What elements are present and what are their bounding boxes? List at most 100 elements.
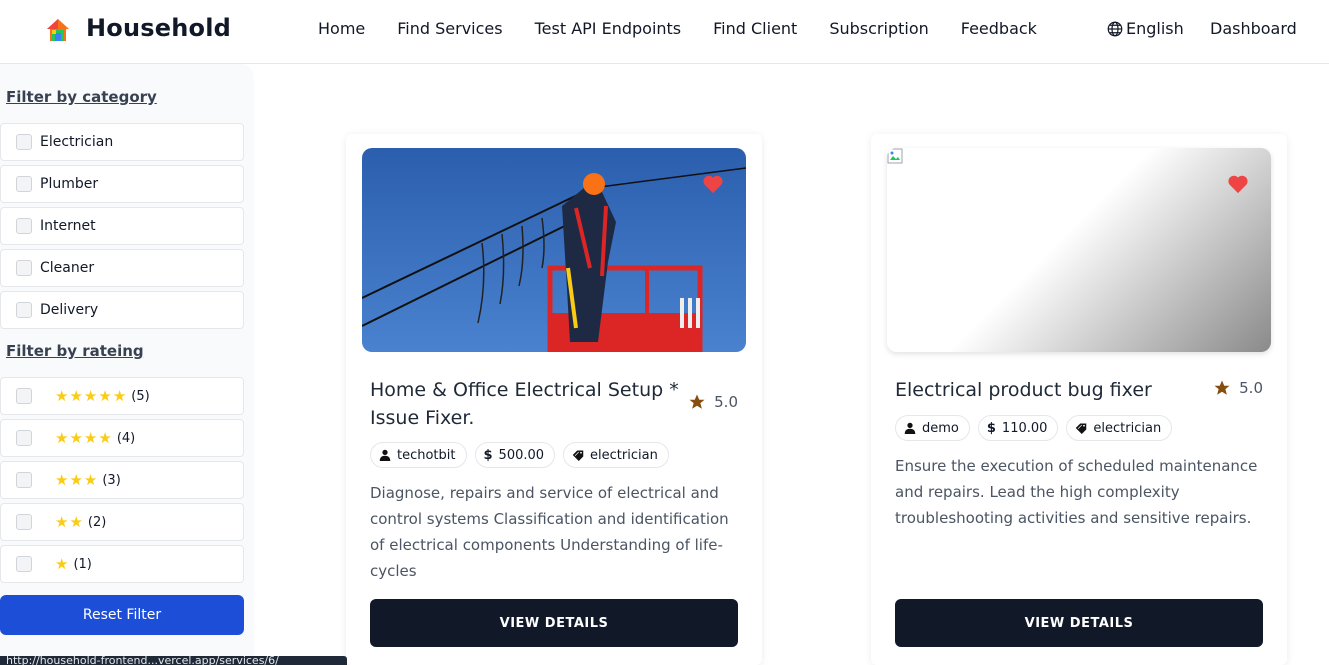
rating-option-5[interactable]: ★ ★ ★ ★ ★ (5)	[0, 377, 244, 415]
star-rating: ★ ★ ★ ★ ★	[55, 386, 127, 405]
star-icon: ★	[69, 470, 83, 489]
rating-count-label: (1)	[73, 556, 92, 572]
provider-tag[interactable]: demo	[895, 415, 970, 441]
star-icon: ★	[69, 428, 83, 447]
nav-find-services[interactable]: Find Services	[397, 19, 502, 38]
star-icon: ★	[83, 386, 98, 405]
nav-feedback[interactable]: Feedback	[961, 19, 1037, 38]
category-tag[interactable]: electrician	[563, 442, 669, 468]
category-label: Plumber	[40, 176, 99, 192]
dollar-icon: $	[986, 420, 996, 436]
top-navbar: Household Home Find Services Test API En…	[0, 0, 1329, 64]
link-status-bar: http://household-frontend...vercel.app/s…	[0, 656, 347, 665]
star-icon: ★	[98, 386, 112, 405]
star-icon: ★	[112, 386, 127, 405]
rating-option-4[interactable]: ★ ★ ★ ★ (4)	[0, 419, 244, 457]
category-option-cleaner[interactable]: Cleaner	[0, 249, 244, 287]
category-name: electrician	[590, 447, 658, 463]
category-label: Electrician	[40, 134, 114, 150]
checkbox[interactable]	[16, 388, 32, 404]
price-tag: $ 110.00	[977, 415, 1059, 441]
service-tags: techotbit $ 500.00 electrician	[370, 442, 669, 468]
star-icon: ★	[55, 554, 69, 573]
checkbox[interactable]	[16, 176, 32, 192]
service-image[interactable]	[362, 148, 746, 352]
service-title[interactable]: Electrical product bug fixer	[895, 376, 1205, 404]
star-rating: ★	[55, 554, 69, 573]
dollar-icon: $	[483, 447, 493, 463]
provider-name: techotbit	[397, 447, 456, 463]
rating-count-label: (2)	[87, 514, 107, 530]
rating-option-3[interactable]: ★ ★ ★ (3)	[0, 461, 244, 499]
user-icon	[904, 422, 916, 434]
category-option-plumber[interactable]: Plumber	[0, 165, 244, 203]
rating-option-1[interactable]: ★ (1)	[0, 545, 244, 583]
category-option-internet[interactable]: Internet	[0, 207, 244, 245]
rating-count-label: (5)	[131, 388, 150, 404]
category-filter-heading: Filter by category	[6, 88, 157, 106]
nav-subscription[interactable]: Subscription	[829, 19, 928, 38]
category-label: Cleaner	[40, 260, 95, 276]
language-selector[interactable]: English	[1106, 19, 1184, 38]
filter-sidebar: Filter by category Electrician Plumber I…	[0, 64, 254, 665]
star-icon: ★	[55, 386, 69, 405]
favorite-heart-icon[interactable]	[702, 174, 724, 194]
nav-home[interactable]: Home	[318, 19, 365, 38]
star-icon: ★	[98, 428, 112, 447]
star-icon: ★	[69, 512, 83, 531]
star-rating: ★ ★	[55, 512, 84, 531]
service-description: Ensure the execution of scheduled mainte…	[895, 457, 1258, 527]
price-tag: $ 500.00	[474, 442, 556, 468]
language-label: English	[1126, 19, 1184, 38]
tag-icon	[572, 450, 584, 461]
star-icon: ★	[55, 512, 69, 531]
provider-name: demo	[922, 420, 959, 436]
electrician-photo	[362, 148, 746, 352]
service-card: Electrical product bug fixer 5.0 demo $ …	[871, 134, 1287, 665]
checkbox[interactable]	[16, 472, 32, 488]
star-icon: ★	[83, 428, 98, 447]
star-rating: ★ ★ ★	[55, 470, 98, 489]
main-nav: Home Find Services Test API Endpoints Fi…	[318, 19, 1069, 38]
checkbox[interactable]	[16, 302, 32, 318]
star-icon: ★	[69, 386, 83, 405]
star-icon: ★	[55, 428, 69, 447]
category-label: Internet	[40, 218, 96, 234]
checkbox[interactable]	[16, 556, 32, 572]
favorite-heart-icon[interactable]	[1227, 174, 1249, 194]
checkbox[interactable]	[16, 218, 32, 234]
service-tags: demo $ 110.00 electrician	[895, 415, 1173, 441]
view-details-button[interactable]: VIEW DETAILS	[895, 599, 1263, 647]
user-icon	[379, 449, 391, 461]
service-description: Diagnose, repairs and service of electri…	[370, 484, 729, 580]
brand-name[interactable]: Household	[86, 14, 231, 42]
checkbox[interactable]	[16, 430, 32, 446]
tag-icon	[1076, 423, 1087, 434]
service-rating: 5.0	[688, 393, 738, 411]
nav-find-client[interactable]: Find Client	[713, 19, 797, 38]
dashboard-link[interactable]: Dashboard	[1210, 19, 1297, 38]
star-icon	[689, 394, 705, 409]
reset-filter-button[interactable]: Reset Filter	[0, 595, 244, 635]
rating-value: 5.0	[1239, 379, 1263, 397]
category-label: Delivery	[40, 302, 99, 318]
star-rating: ★ ★ ★ ★	[55, 428, 113, 447]
rating-count-label: (3)	[102, 472, 121, 488]
category-tag[interactable]: electrician	[1066, 415, 1173, 441]
checkbox[interactable]	[16, 134, 32, 150]
service-image[interactable]	[887, 148, 1271, 352]
category-name: electrician	[1093, 420, 1162, 436]
checkbox[interactable]	[16, 514, 32, 530]
rating-option-2[interactable]: ★ ★ (2)	[0, 503, 244, 541]
star-icon: ★	[83, 470, 98, 489]
rating-count-label: (4)	[116, 430, 136, 446]
house-logo-icon[interactable]	[44, 16, 72, 44]
service-title[interactable]: Home & Office Electrical Setup * Issue F…	[370, 376, 680, 432]
nav-test-api-endpoints[interactable]: Test API Endpoints	[535, 19, 682, 38]
category-option-electrician[interactable]: Electrician	[0, 123, 244, 161]
price-value: 110.00	[1001, 420, 1048, 436]
provider-tag[interactable]: techotbit	[370, 442, 467, 468]
checkbox[interactable]	[16, 260, 32, 276]
category-option-delivery[interactable]: Delivery	[0, 291, 244, 329]
view-details-button[interactable]: VIEW DETAILS	[370, 599, 738, 647]
